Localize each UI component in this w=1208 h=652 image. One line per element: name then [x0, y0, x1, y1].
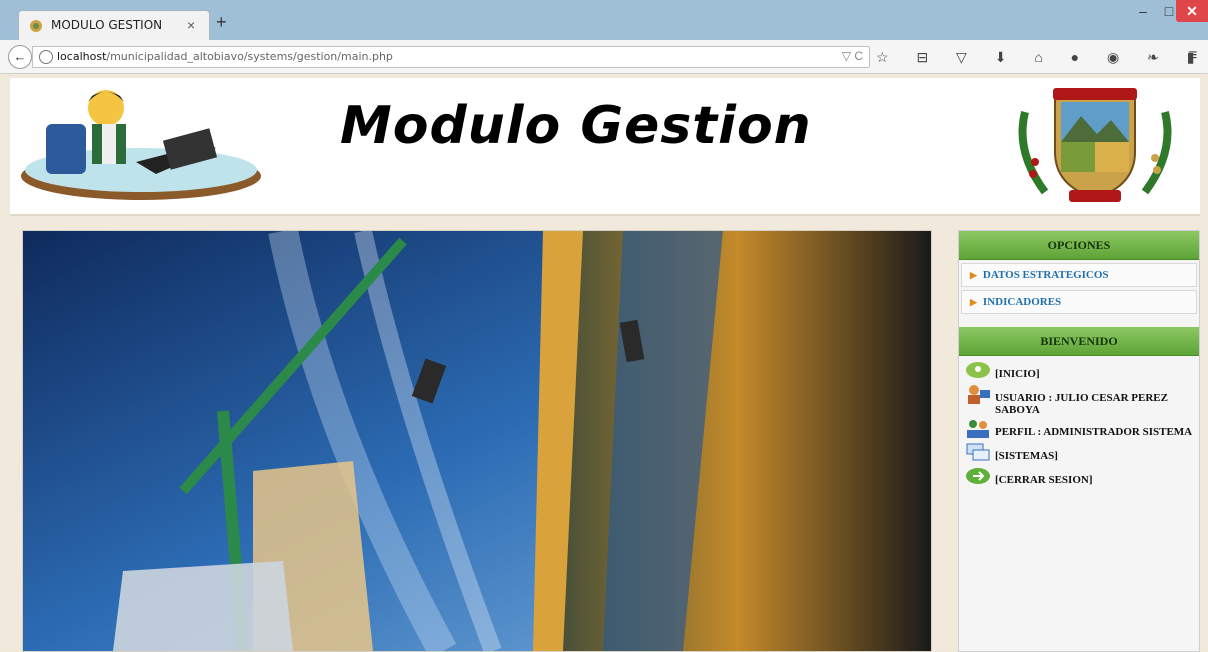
cerrar-sesion-label: [CERRAR SESION] [995, 474, 1093, 486]
perfil-label: PERFIL : ADMINISTRADOR SISTEMA [995, 426, 1193, 438]
inicio-label: [INICIO] [995, 368, 1040, 380]
tab-close-icon[interactable]: × [187, 17, 195, 33]
options-title: OPCIONES [959, 231, 1199, 260]
back-arrow-icon: ← [13, 49, 27, 64]
sistemas-label: [SISTEMAS] [995, 450, 1058, 462]
close-window-button[interactable]: ✕ [1176, 0, 1208, 22]
sistemas-link[interactable]: [SISTEMAS] [961, 442, 1197, 464]
tab-title: MODULO GESTION [51, 18, 163, 32]
welcome-panel: [INICIO] USUARIO : JULIO CESAR PEREZ SAB… [959, 356, 1199, 494]
url-host: localhost [57, 50, 107, 63]
user-icon [968, 385, 990, 404]
menu-icon[interactable]: ≡ [1188, 47, 1197, 65]
browser-navbar: ← localhost/municipalidad_altobiavo/syst… [0, 40, 1208, 74]
municipal-crest-logo [1018, 88, 1172, 202]
usuario-label: USUARIO : JULIO CESAR PEREZ SABOYA [995, 392, 1168, 416]
cerrar-sesion-link[interactable]: [CERRAR SESION] [961, 466, 1197, 488]
back-button[interactable]: ← [8, 45, 32, 69]
windows-icon [966, 443, 990, 461]
profile-icon [967, 420, 989, 438]
sidebar-item-indicadores[interactable]: ▶ INDICADORES [961, 290, 1197, 314]
sidebar-item-label: DATOS ESTRATEGICOS [982, 269, 1109, 281]
sidebar: OPCIONES ▶ DATOS ESTRATEGICOS ▶ INDICADORE… [958, 230, 1200, 652]
home-icon [966, 362, 990, 378]
browser-tab[interactable]: MODULO GESTION × [18, 10, 210, 41]
welcome-title: BIENVENIDO [959, 327, 1199, 356]
office-worker-logo [21, 90, 261, 200]
page-header: Modulo Gestion [10, 78, 1200, 216]
new-tab-button[interactable]: + [216, 13, 227, 31]
perfil-info: PERFIL : ADMINISTRADOR SISTEMA [961, 418, 1197, 440]
url-text: localhost/municipalidad_altobiavo/system… [57, 50, 393, 63]
browser-tabbar: MODULO GESTION × + – □ ✕ [0, 0, 1208, 41]
page-title: Modulo Gestion [340, 96, 812, 156]
page-content: Modulo Gestion OPCIONES ▶ DATOS ESTRATEG… [0, 74, 1208, 652]
minimize-button[interactable]: – [1130, 0, 1156, 22]
usuario-info: USUARIO : JULIO CESAR PEREZ SABOYA [961, 384, 1197, 416]
inicio-link[interactable]: [INICIO] [961, 360, 1197, 382]
globe-icon [39, 50, 53, 64]
logout-icon [966, 468, 990, 484]
hero-image [22, 230, 932, 652]
site-favicon-icon [30, 20, 42, 32]
toolbar-icons[interactable]: ☆ ⊟ ▽ ⬇ ⌂ ● ◉ ❧ ▮ ▾ [876, 49, 1208, 66]
construction-photo [23, 231, 931, 651]
sidebar-item-datos-estrategicos[interactable]: ▶ DATOS ESTRATEGICOS [961, 263, 1197, 287]
address-bar[interactable]: localhost/municipalidad_altobiavo/system… [32, 46, 870, 68]
reload-icon[interactable]: ▽ C [842, 49, 863, 63]
url-path: /municipalidad_altobiavo/systems/gestion… [106, 50, 393, 63]
sidebar-item-label: INDICADORES [982, 296, 1062, 308]
arrow-right-icon: ▶ [970, 297, 977, 307]
arrow-right-icon: ▶ [970, 270, 977, 280]
